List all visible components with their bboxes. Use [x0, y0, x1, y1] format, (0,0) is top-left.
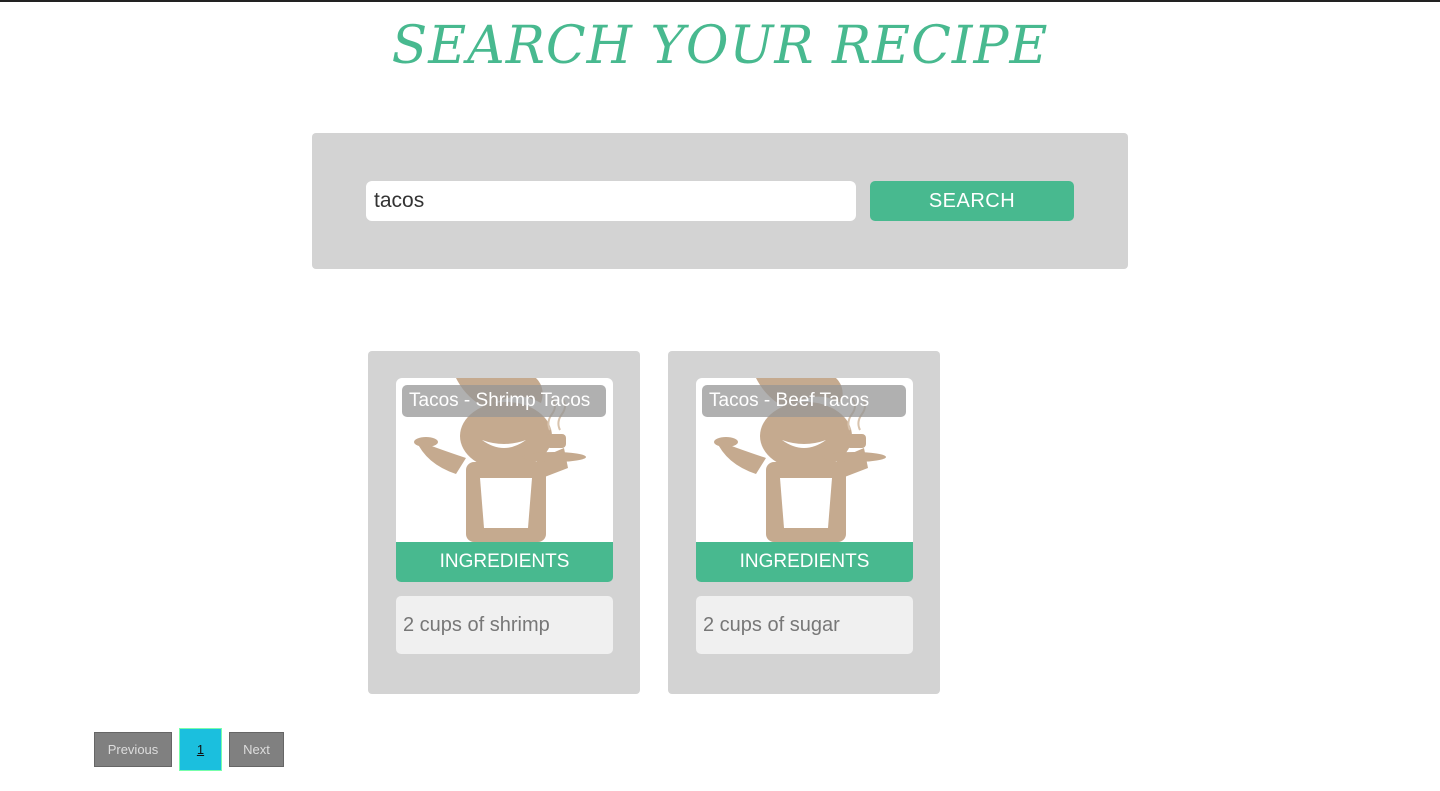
search-panel: SEARCH: [312, 133, 1128, 269]
recipe-image[interactable]: Tacos - Shrimp Tacos: [396, 378, 613, 542]
page-title: SEARCH YOUR RECIPE: [391, 16, 1049, 76]
ingredients-button[interactable]: INGREDIENTS: [696, 542, 913, 582]
ingredients-button[interactable]: INGREDIENTS: [396, 542, 613, 582]
search-input[interactable]: [366, 181, 856, 221]
recipe-card: Tacos - Shrimp Tacos INGREDIENTS 2 cups …: [368, 351, 640, 694]
next-page-button[interactable]: Next: [229, 732, 284, 767]
recipe-title: Tacos - Beef Tacos: [702, 385, 906, 417]
search-button[interactable]: SEARCH: [870, 181, 1074, 221]
ingredients-list: 2 cups of shrimp: [396, 596, 613, 654]
top-border-line: [0, 0, 1440, 2]
recipe-title: Tacos - Shrimp Tacos: [402, 385, 606, 417]
page-number-button[interactable]: 1: [179, 728, 222, 771]
previous-page-button[interactable]: Previous: [94, 732, 172, 767]
recipe-card: Tacos - Beef Tacos INGREDIENTS 2 cups of…: [668, 351, 940, 694]
ingredients-list: 2 cups of sugar: [696, 596, 913, 654]
recipe-image[interactable]: Tacos - Beef Tacos: [696, 378, 913, 542]
